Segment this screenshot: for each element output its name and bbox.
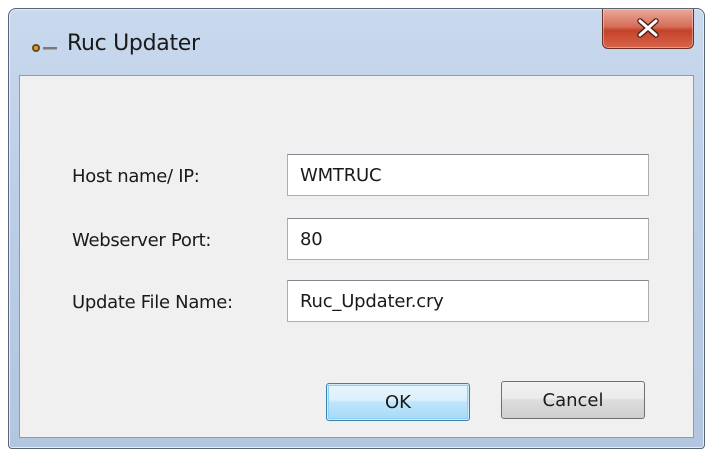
window-title: Ruc Updater: [67, 31, 200, 56]
dialog-body: Host name/ IP: Webserver Port: Update Fi…: [19, 75, 694, 438]
app-icon: [31, 39, 61, 52]
dialog-window: Ruc Updater Host name/ IP: Webserver Por…: [8, 8, 705, 449]
title-bar[interactable]: Ruc Updater: [9, 9, 704, 75]
webserver-port-label: Webserver Port:: [72, 230, 212, 251]
close-button[interactable]: [602, 9, 694, 49]
update-file-name-input[interactable]: [287, 280, 649, 322]
cancel-button[interactable]: Cancel: [501, 381, 645, 419]
close-icon: [637, 18, 659, 38]
host-name-input[interactable]: [287, 154, 649, 196]
update-file-name-label: Update File Name:: [72, 292, 233, 313]
host-name-label: Host name/ IP:: [72, 166, 200, 187]
ok-button[interactable]: OK: [326, 383, 470, 421]
webserver-port-input[interactable]: [287, 218, 649, 260]
